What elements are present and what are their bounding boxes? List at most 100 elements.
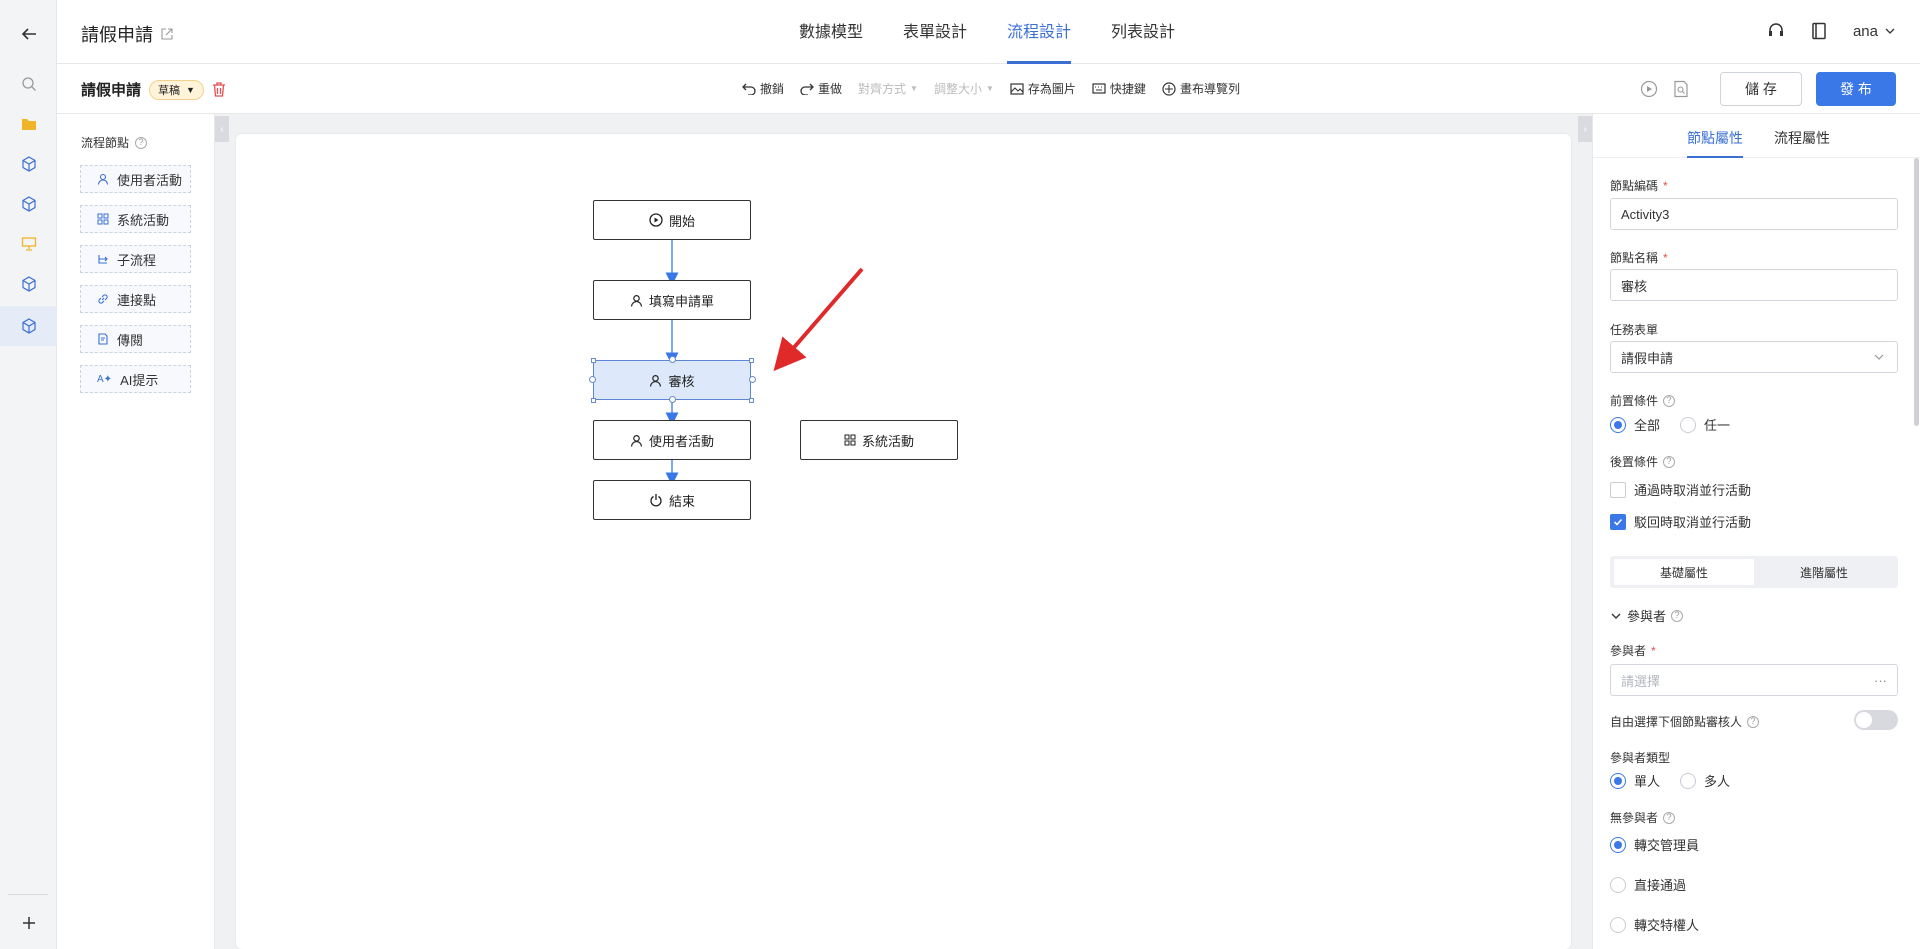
save-button[interactable]: 儲 存 <box>1720 72 1802 106</box>
support-headset-icon[interactable] <box>1767 22 1785 40</box>
cube-icon[interactable] <box>0 264 57 304</box>
external-link-icon[interactable] <box>161 28 173 40</box>
user-icon <box>631 294 642 307</box>
participant-type-options: 單人 多人 <box>1610 771 1730 790</box>
tab-node-properties[interactable]: 節點屬性 <box>1687 128 1743 148</box>
user-menu[interactable]: ana <box>1853 23 1896 40</box>
status-badge[interactable]: 草稿 ▼ <box>149 79 204 100</box>
connect-handle-left[interactable] <box>589 376 596 383</box>
red-pointer-arrow <box>773 267 864 372</box>
play-icon[interactable] <box>1640 80 1658 98</box>
resize-dropdown[interactable]: 調整大小 ▼ <box>934 80 994 97</box>
free-select-toggle[interactable] <box>1854 710 1898 730</box>
tab-flow-properties[interactable]: 流程屬性 <box>1774 128 1830 148</box>
canvas-nav-button[interactable]: 畫布導覽列 <box>1162 80 1240 97</box>
resize-handle[interactable] <box>591 398 596 403</box>
radio-direct-pass[interactable] <box>1610 876 1626 893</box>
palette-item-system-activity[interactable]: 系統活動 <box>80 205 191 233</box>
tab-data-model[interactable]: 數據模型 <box>799 0 863 64</box>
tab-list-design[interactable]: 列表設計 <box>1111 0 1175 64</box>
participants-section-header[interactable]: 參與者 ? <box>1610 606 1684 625</box>
back-arrow-icon[interactable] <box>0 14 57 54</box>
radio-all[interactable] <box>1610 416 1626 433</box>
publish-button[interactable]: 發 布 <box>1816 72 1896 106</box>
undo-icon <box>742 83 756 95</box>
node-end[interactable]: 結束 <box>593 480 751 520</box>
redo-label: 重做 <box>818 82 843 96</box>
top-tabs: 數據模型 表單設計 流程設計 列表設計 <box>799 0 1175 64</box>
redo-button[interactable]: 重做 <box>800 80 842 97</box>
panel-tabs: 節點屬性 流程屬性 <box>1593 114 1920 158</box>
help-icon[interactable]: ? <box>1671 609 1684 622</box>
trash-icon[interactable] <box>212 82 226 97</box>
node-review[interactable]: 審核 <box>593 360 751 400</box>
node-start[interactable]: 開始 <box>593 200 751 240</box>
participants-input[interactable]: 請選擇 ··· <box>1610 664 1898 696</box>
participant-type-label: 參與者類型 <box>1610 751 1671 765</box>
palette-item-subprocess[interactable]: 子流程 <box>80 245 191 273</box>
help-icon[interactable]: ? <box>1663 811 1676 824</box>
help-icon[interactable]: ? <box>1747 715 1760 728</box>
node-fill-form[interactable]: 填寫申請單 <box>593 280 751 320</box>
properties-panel: 節點屬性 流程屬性 節點編碼 * Activity3 節點名稱 * 審核 任務表單 … <box>1592 114 1920 949</box>
node-label: 審核 <box>668 373 695 389</box>
resize-handle[interactable] <box>749 358 754 363</box>
palette-item-circulate[interactable]: 傳閱 <box>80 325 191 353</box>
radio-any[interactable] <box>1680 416 1697 433</box>
user-name: ana <box>1852 22 1878 40</box>
resize-handle[interactable] <box>749 398 754 403</box>
node-user-activity[interactable]: 使用者活動 <box>593 420 751 460</box>
flow-title-text: 請假申請 <box>81 82 142 99</box>
more-icon[interactable]: ··· <box>1874 673 1887 688</box>
collapse-right-handle[interactable]: › <box>1578 116 1592 142</box>
help-icon[interactable]: ? <box>1663 455 1676 468</box>
node-system-activity[interactable]: 系統活動 <box>800 420 958 460</box>
resize-handle[interactable] <box>591 358 596 363</box>
connect-handle-right[interactable] <box>749 376 756 383</box>
help-icon[interactable]: ? <box>135 136 148 149</box>
tab-form-design[interactable]: 表單設計 <box>903 0 967 64</box>
segment-basic[interactable]: 基礎屬性 <box>1614 559 1754 585</box>
connect-handle-bottom[interactable] <box>669 396 676 403</box>
flow-canvas[interactable]: 開始 填寫申請單 審核 使用者活動 系統活動 結束 <box>236 134 1571 949</box>
node-name-input[interactable]: 審核 <box>1610 269 1898 301</box>
radio-multiple[interactable] <box>1680 772 1697 789</box>
document-search-icon[interactable] <box>1672 80 1690 98</box>
shortcuts-button[interactable]: 快捷鍵 <box>1092 80 1146 97</box>
app-title-text: 請假申請 <box>81 25 153 45</box>
help-icon[interactable]: ? <box>1663 394 1676 407</box>
connect-handle-top[interactable] <box>669 356 676 363</box>
palette-item-user-activity[interactable]: 使用者活動 <box>80 165 191 193</box>
folder-icon[interactable] <box>0 104 57 144</box>
presentation-icon[interactable] <box>0 224 57 264</box>
rail-divider <box>8 894 48 895</box>
checkbox-cancel-on-reject[interactable] <box>1610 513 1626 530</box>
tab-flow-design[interactable]: 流程設計 <box>1007 0 1072 64</box>
task-form-select[interactable]: 請假申請 <box>1610 341 1898 373</box>
align-dropdown[interactable]: 對齊方式 ▼ <box>858 80 918 97</box>
checkbox-cancel-on-approve[interactable] <box>1610 481 1626 498</box>
post-option-approve: 通過時取消並行活動 <box>1610 480 1751 499</box>
palette-item-connector[interactable]: 連接點 <box>80 285 191 313</box>
postcondition-label-text: 後置條件 <box>1610 455 1659 469</box>
radio-transfer-admin[interactable] <box>1610 836 1626 853</box>
radio-transfer-privileged[interactable] <box>1610 916 1626 933</box>
undo-button[interactable]: 撤銷 <box>742 80 784 97</box>
cube-icon[interactable] <box>0 306 57 346</box>
book-icon[interactable] <box>1811 22 1827 40</box>
node-label: 開始 <box>668 213 695 229</box>
cube-icon[interactable] <box>0 184 57 224</box>
plus-icon[interactable] <box>0 903 57 943</box>
search-icon[interactable] <box>0 64 57 104</box>
no-participant-label: 無參與者 ? <box>1610 809 1676 826</box>
radio-single[interactable] <box>1610 772 1626 789</box>
collapse-left-handle[interactable]: ‹ <box>215 116 229 142</box>
save-image-button[interactable]: 存為圖片 <box>1010 80 1076 97</box>
segment-advanced[interactable]: 進階屬性 <box>1754 559 1894 585</box>
cube-icon[interactable] <box>0 144 57 184</box>
panel-scrollbar[interactable] <box>1914 158 1919 426</box>
node-code-label-text: 節點編碼 <box>1610 179 1659 193</box>
palette-item-ai-prompt[interactable]: A✦ AI提示 <box>80 365 191 393</box>
participants-label-text: 參與者 <box>1610 644 1647 658</box>
node-code-input[interactable]: Activity3 <box>1610 198 1898 230</box>
